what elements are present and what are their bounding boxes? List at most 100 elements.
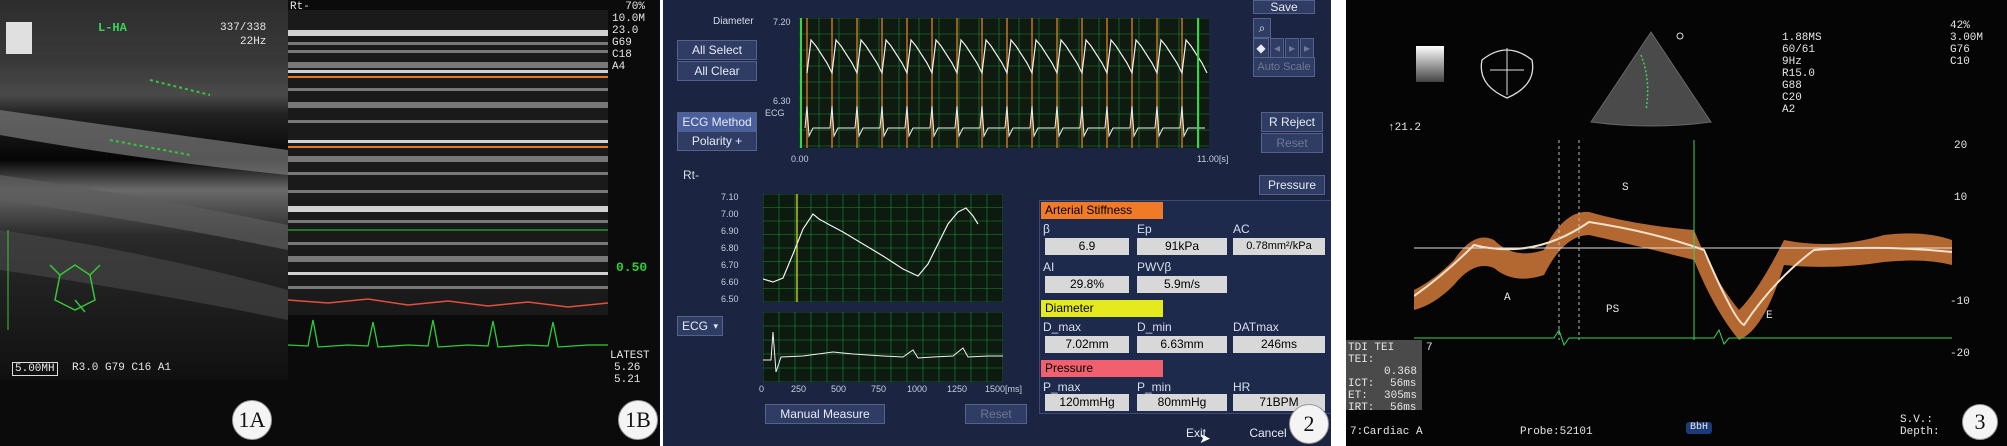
- ps-label: PS: [1606, 304, 1620, 316]
- frame-counter: 337/338: [220, 22, 267, 34]
- axis-tick: 10: [1954, 192, 1968, 204]
- ict-label: ICT:: [1348, 378, 1375, 390]
- rt-label: Rt-: [290, 1, 310, 13]
- velocity-scale: ↑21.2: [1388, 122, 1422, 134]
- depth-label: Depth:: [1900, 426, 1940, 438]
- tei-label: TEI:: [1348, 354, 1375, 366]
- ecg-method-button[interactable]: ECG Method: [677, 112, 757, 132]
- dmax-value: 7.02mm: [1045, 336, 1129, 353]
- bbh-badge: BbH: [1686, 422, 1713, 434]
- irt-label: IRT:: [1348, 402, 1375, 414]
- ep-label: Ep: [1137, 222, 1152, 236]
- time-start: 0.00: [791, 154, 809, 164]
- setting: 9Hz: [1782, 56, 1802, 68]
- diameter-bottom-value: 6.30: [773, 96, 791, 106]
- irt-value: 56ms: [1390, 402, 1417, 414]
- x-tick: 500: [831, 384, 847, 394]
- pressure-button[interactable]: Pressure: [1259, 175, 1325, 195]
- tdi-spectrum: [1414, 140, 1952, 350]
- manual-measure-button[interactable]: Manual Measure: [765, 404, 885, 424]
- y-tick: 7.10: [721, 192, 739, 202]
- reset-top-button[interactable]: Reset: [1261, 133, 1323, 153]
- et-value: 305ms: [1384, 390, 1418, 402]
- all-clear-button[interactable]: All Clear: [677, 61, 757, 81]
- ecg-small-label: ECG: [765, 108, 785, 118]
- detail-diameter-chart: [763, 194, 1003, 302]
- polarity-button[interactable]: Polarity +: [677, 131, 757, 151]
- e-wave-label: E: [1766, 310, 1773, 322]
- ultrasound-panel-1: L-HA 337/338 22Hz 5.00MH R3.0 G79 C16 A1…: [0, 0, 660, 446]
- setting: G88: [1782, 80, 1802, 92]
- ai-value: 29.8%: [1045, 276, 1129, 293]
- axis-tick: -20: [1950, 348, 1970, 360]
- setting-3: 23.0: [612, 25, 639, 37]
- doppler-settings-right: 42% 3.00M G76 C10: [1950, 20, 1983, 68]
- move-left-right-button[interactable]: ◆: [1253, 38, 1269, 58]
- x-tick: 0: [759, 384, 765, 394]
- y-tick: 6.70: [721, 260, 739, 270]
- s-wave-label: S: [1622, 182, 1629, 194]
- zoom-button[interactable]: ⌕: [1253, 18, 1271, 38]
- doppler-panel-3: 1.88MS 60/61 9Hz R15.0 G88 C20 A2 42% 3.…: [1346, 0, 2007, 446]
- x-tick: 1000: [907, 384, 928, 394]
- axis-tick: 20: [1954, 140, 1968, 152]
- seven-marker: 7: [1426, 342, 1433, 354]
- save-button[interactable]: Save: [1253, 0, 1315, 14]
- probe-label: Probe:52101: [1520, 426, 1593, 438]
- magnifier-icon: ⌕: [1258, 21, 1266, 35]
- echo-sector-image: [1590, 31, 1712, 127]
- image-params: R3.0 G79 C16 A1: [72, 362, 172, 374]
- arterial-stiffness-header: Arterial Stiffness: [1041, 202, 1163, 219]
- tdi-tei-title: TDI TEI: [1348, 342, 1395, 354]
- y-tick: 6.90: [721, 226, 739, 236]
- heart-pictogram: [1480, 48, 1534, 99]
- latest-value-2: 5.21: [614, 374, 641, 386]
- scale-value: 0.50: [616, 260, 648, 275]
- cursor-arrow-icon: ➤: [1199, 430, 1211, 446]
- latest-value-1: 5.26: [614, 362, 641, 374]
- pwv-label: PWVβ: [1137, 260, 1172, 274]
- setting-right: 42%: [1950, 20, 1970, 32]
- next-button[interactable]: ▸: [1285, 38, 1299, 58]
- setting-c: C18: [612, 49, 632, 61]
- time-end: 11.00[s]: [1197, 154, 1229, 164]
- setting: 1.88MS: [1782, 32, 1822, 44]
- ecg-select[interactable]: ECG ▾: [677, 316, 723, 336]
- end-icon: ▸: [1303, 41, 1311, 55]
- setting-gain-g: G69: [612, 37, 632, 49]
- hr-label: HR: [1233, 380, 1251, 394]
- analysis-panel-2: Diameter 7.20 6.30 ECG 0.00 11.00[s] Sav…: [663, 0, 1331, 446]
- dmax-label: D_max: [1043, 320, 1082, 334]
- left-right-icon: ◆: [1256, 41, 1266, 55]
- setting: 60/61: [1782, 44, 1816, 56]
- setting-right: C10: [1950, 56, 1970, 68]
- auto-scale-button[interactable]: Auto Scale: [1253, 57, 1315, 77]
- pwv-value: 5.9m/s: [1137, 276, 1227, 293]
- latest-label: LATEST: [610, 350, 650, 362]
- exit-button[interactable]: Exit: [1165, 424, 1227, 442]
- pressure-header: Pressure: [1041, 360, 1163, 377]
- y-tick: 6.60: [721, 277, 739, 287]
- x-tick: 1500[ms]: [985, 384, 1023, 394]
- prev-button[interactable]: ◂: [1270, 38, 1284, 58]
- diameter-waveform-chart: [799, 18, 1209, 148]
- setting-gain: 70%: [625, 1, 646, 13]
- detail-ecg-chart: [763, 312, 1003, 382]
- end-button[interactable]: ▸: [1300, 38, 1314, 58]
- mmode-settings: 70% 10.0M 23.0 G69 C18 A4: [612, 1, 645, 73]
- ep-value: 91kPa: [1137, 238, 1227, 255]
- frame-rate: 22Hz: [240, 36, 267, 48]
- beta-label: β: [1043, 222, 1050, 236]
- tei-value: 0.368: [1384, 366, 1418, 378]
- sv-label: S.V.:: [1900, 414, 1934, 426]
- chevron-down-icon: ▾: [713, 321, 718, 331]
- ac-value: 0.78mm²/kPa: [1233, 238, 1325, 255]
- all-select-button[interactable]: All Select: [677, 40, 757, 60]
- setting: A2: [1782, 104, 1796, 116]
- bmode-image-1a: [0, 0, 288, 380]
- pmax-value: 120mmHg: [1045, 394, 1129, 411]
- beta-value: 6.9: [1045, 238, 1129, 255]
- y-tick: 6.80: [721, 243, 739, 253]
- reset-bottom-button[interactable]: Reset: [965, 404, 1027, 424]
- r-reject-button[interactable]: R Reject: [1261, 112, 1323, 132]
